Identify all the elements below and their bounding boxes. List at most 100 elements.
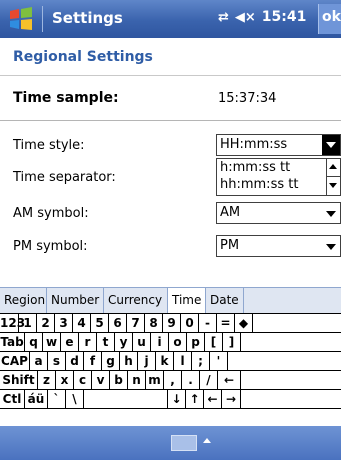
divider — [0, 120, 341, 121]
clock[interactable]: 15:41 — [262, 9, 307, 25]
key[interactable]: 4 — [73, 314, 91, 333]
keyboard-row: Tab q w e r t y u i o p [ ] — [0, 333, 341, 352]
key[interactable]: i — [151, 333, 169, 352]
connectivity-icon[interactable]: ⇄ — [218, 10, 229, 25]
dropdown-option[interactable]: hh:mm:ss tt — [220, 177, 298, 192]
key[interactable]: \ — [66, 390, 84, 409]
key[interactable]: o — [169, 333, 187, 352]
key-space[interactable] — [84, 390, 168, 409]
key[interactable]: 3 — [55, 314, 73, 333]
key[interactable]: 7 — [127, 314, 145, 333]
page-header: Regional Settings — [0, 38, 341, 76]
scroll-up-icon[interactable] — [329, 164, 337, 169]
key-enter[interactable]: ← — [218, 371, 241, 390]
key-right[interactable]: → — [222, 390, 241, 409]
am-symbol-select[interactable]: AM — [216, 202, 341, 224]
key[interactable]: t — [97, 333, 115, 352]
scroll-divider — [327, 176, 340, 177]
key[interactable]: g — [102, 352, 120, 371]
key[interactable]: m — [146, 371, 164, 390]
soft-keyboard: 123 1 2 3 4 5 6 7 8 9 0 - = ◆ Tab q w e … — [0, 313, 341, 426]
scroll-down-icon[interactable] — [329, 183, 337, 188]
dropdown-button[interactable] — [322, 135, 340, 155]
key-up[interactable]: ↑ — [186, 390, 204, 409]
time-style-select[interactable]: HH:mm:ss — [216, 134, 341, 156]
key-accents[interactable]: áü — [25, 390, 48, 409]
time-separator-label: Time separator: — [13, 170, 116, 185]
time-style-dropdown-list[interactable]: h:mm:ss tt hh:mm:ss tt — [216, 158, 341, 196]
chevron-down-icon — [326, 211, 336, 217]
key-backspace[interactable]: ◆ — [235, 314, 253, 333]
key[interactable]: k — [156, 352, 174, 371]
key[interactable]: v — [92, 371, 110, 390]
key[interactable]: 9 — [163, 314, 181, 333]
key[interactable]: z — [38, 371, 56, 390]
dropdown-option[interactable]: h:mm:ss tt — [220, 160, 290, 175]
key[interactable]: c — [74, 371, 92, 390]
tab-region[interactable]: Region — [0, 288, 47, 313]
tab-currency[interactable]: Currency — [104, 288, 168, 313]
key[interactable]: u — [133, 333, 151, 352]
bottom-bar — [0, 426, 341, 460]
key[interactable]: 8 — [145, 314, 163, 333]
key-shift[interactable]: Shift — [0, 371, 38, 390]
scrollbar[interactable] — [326, 159, 340, 195]
pm-symbol-select[interactable]: PM — [216, 235, 341, 257]
key-ctrl[interactable]: Ctl — [0, 390, 25, 409]
key-caps[interactable]: CAP — [0, 352, 30, 371]
key[interactable]: y — [115, 333, 133, 352]
key[interactable]: . — [182, 371, 200, 390]
key[interactable]: b — [110, 371, 128, 390]
input-selector-icon[interactable] — [203, 438, 211, 443]
keyboard-row: Ctl áü ` \ ↓ ↑ ← → — [0, 390, 341, 409]
key[interactable]: 2 — [37, 314, 55, 333]
key[interactable]: e — [61, 333, 79, 352]
am-symbol-value: AM — [220, 205, 241, 220]
key[interactable]: ; — [192, 352, 210, 371]
key-down[interactable]: ↓ — [168, 390, 186, 409]
windows-start-icon[interactable] — [8, 7, 34, 31]
key[interactable]: a — [30, 352, 48, 371]
speaker-muted-icon[interactable]: ◀× — [235, 10, 256, 25]
key[interactable]: r — [79, 333, 97, 352]
key[interactable]: s — [48, 352, 66, 371]
key-tab[interactable]: Tab — [0, 333, 25, 352]
tab-number[interactable]: Number — [47, 288, 104, 313]
key[interactable]: 5 — [91, 314, 109, 333]
key[interactable]: q — [25, 333, 43, 352]
key[interactable]: n — [128, 371, 146, 390]
page-title: Regional Settings — [13, 49, 153, 65]
status-area[interactable]: ⇄ ◀× 15:41 — [218, 9, 306, 25]
keyboard-icon[interactable] — [171, 435, 197, 451]
tab-bar: Region Number Currency Time Date — [0, 287, 341, 313]
key[interactable]: d — [66, 352, 84, 371]
title-bar: Settings ⇄ ◀× 15:41 ok — [0, 0, 341, 38]
keyboard-row: 123 1 2 3 4 5 6 7 8 9 0 - = ◆ — [0, 314, 341, 333]
tab-date[interactable]: Date — [206, 288, 244, 313]
key[interactable]: f — [84, 352, 102, 371]
keyboard-row: CAP a s d f g h j k l ; ' — [0, 352, 341, 371]
key[interactable]: - — [199, 314, 217, 333]
key[interactable]: l — [174, 352, 192, 371]
ok-button[interactable]: ok — [318, 4, 341, 34]
keyboard-row: Shift z x c v b n m , . / ← — [0, 371, 341, 390]
key[interactable]: , — [164, 371, 182, 390]
key[interactable]: 0 — [181, 314, 199, 333]
key[interactable]: 6 — [109, 314, 127, 333]
key[interactable]: j — [138, 352, 156, 371]
key[interactable]: 1 — [19, 314, 37, 333]
pm-symbol-label: PM symbol: — [13, 239, 88, 254]
key[interactable]: w — [43, 333, 61, 352]
key[interactable]: ] — [223, 333, 241, 352]
key[interactable]: p — [187, 333, 205, 352]
key-123[interactable]: 123 — [0, 314, 25, 333]
key[interactable]: / — [200, 371, 218, 390]
key[interactable]: x — [56, 371, 74, 390]
key-left[interactable]: ← — [204, 390, 222, 409]
key[interactable]: h — [120, 352, 138, 371]
key[interactable]: [ — [205, 333, 223, 352]
key[interactable]: = — [217, 314, 235, 333]
tab-time[interactable]: Time — [168, 288, 206, 313]
key[interactable]: ` — [48, 390, 66, 409]
key[interactable]: ' — [210, 352, 228, 371]
